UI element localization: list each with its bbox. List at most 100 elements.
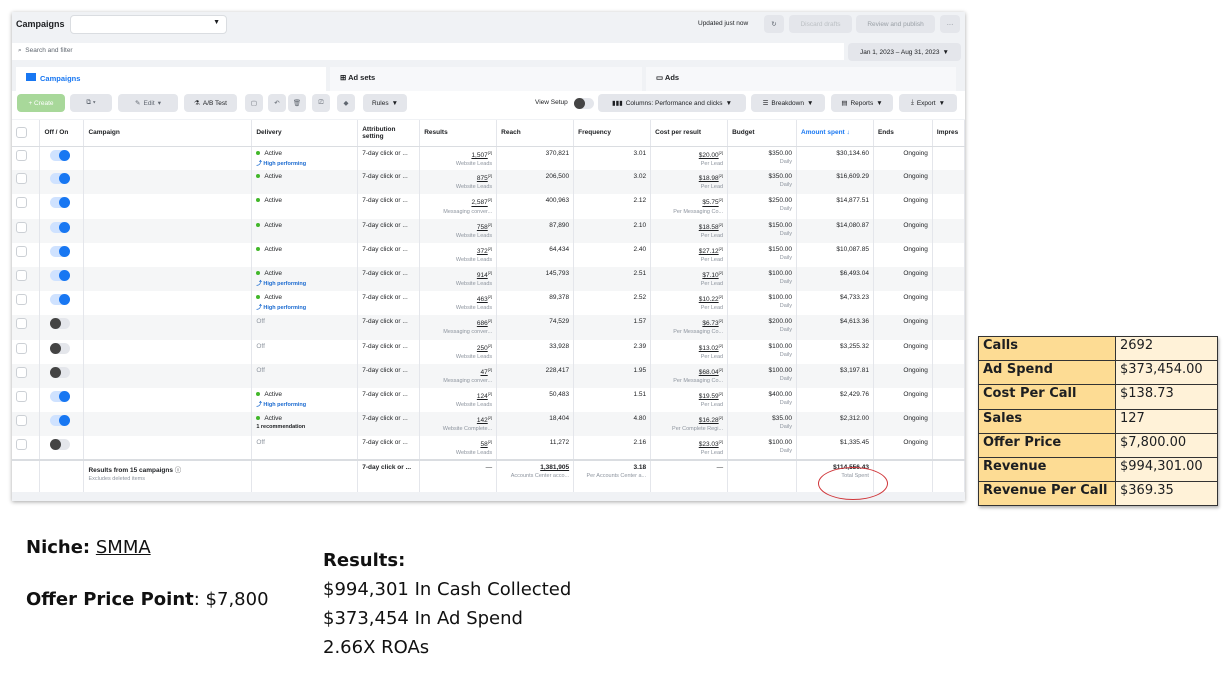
results-value[interactable]: 2,587 — [471, 200, 487, 207]
results-value[interactable]: 686 — [477, 320, 488, 327]
row-checkbox[interactable] — [16, 269, 27, 281]
column-header[interactable]: Attribution setting — [357, 120, 421, 147]
campaign-name[interactable] — [83, 146, 253, 171]
campaign-name[interactable] — [83, 218, 253, 243]
select-all-checkbox[interactable] — [12, 120, 41, 147]
column-header[interactable]: Campaign — [83, 120, 253, 147]
row-checkbox[interactable] — [16, 439, 27, 451]
campaign-name[interactable] — [83, 291, 253, 316]
clipboard-button[interactable]: ▢ — [245, 94, 263, 112]
results-value[interactable]: 58 — [480, 441, 487, 448]
table-row[interactable]: Active 7-day click or ... 372[2] Website … — [12, 242, 965, 267]
campaign-toggle[interactable] — [50, 415, 71, 427]
row-checkbox[interactable] — [16, 245, 27, 257]
campaign-toggle[interactable] — [50, 294, 71, 306]
table-row[interactable]: Active ⤴ High performing 7-day click or .… — [12, 291, 965, 316]
cost-per-result[interactable]: $5.75 — [702, 200, 718, 207]
cost-per-result[interactable]: $18.58 — [699, 224, 719, 231]
campaign-name[interactable] — [83, 194, 253, 219]
results-value[interactable]: 758 — [477, 224, 488, 231]
results-value[interactable]: 875 — [477, 175, 488, 182]
table-row[interactable]: Active 1 recommendation 7-day click or ..… — [12, 412, 965, 437]
table-row[interactable]: Active ⤴ High performing 7-day click or .… — [12, 266, 965, 292]
results-value[interactable]: 463 — [477, 296, 488, 303]
campaign-name[interactable] — [83, 242, 253, 267]
more-button[interactable]: ··· — [940, 15, 960, 33]
campaign-name[interactable] — [83, 315, 253, 340]
table-row[interactable]: Active ⤴ High performing 7-day click or .… — [12, 146, 965, 171]
row-checkbox[interactable] — [16, 366, 27, 378]
cost-per-result[interactable]: $16.28 — [699, 417, 719, 424]
campaign-toggle[interactable] — [50, 245, 71, 257]
table-row[interactable]: Off 7-day click or ... 686[2] Messaging c… — [12, 315, 965, 340]
column-header[interactable]: Cost per result — [650, 120, 729, 147]
cost-per-result[interactable]: $68.04 — [699, 369, 719, 376]
delete-button[interactable]: 🗑 — [288, 94, 306, 112]
refresh-button[interactable]: ↻ — [764, 15, 784, 33]
results-value[interactable]: 914 — [477, 272, 488, 279]
campaign-name[interactable] — [83, 170, 253, 195]
preview-button[interactable]: ⎚ — [312, 94, 330, 112]
results-value[interactable]: 47 — [480, 369, 487, 376]
campaign-name[interactable] — [83, 436, 253, 461]
column-header[interactable]: Results — [419, 120, 498, 147]
campaign-toggle[interactable] — [50, 197, 71, 209]
campaign-toggle[interactable] — [50, 318, 71, 330]
table-row[interactable]: Active ⤴ High performing 7-day click or .… — [12, 387, 965, 413]
review-publish-button[interactable]: Review and publish — [856, 15, 935, 33]
column-header[interactable]: Reach — [496, 120, 575, 147]
row-checkbox[interactable] — [16, 318, 27, 330]
table-row[interactable]: Active 7-day click or ... 875[2] Website … — [12, 170, 965, 195]
campaign-toggle[interactable] — [50, 366, 71, 378]
search-input[interactable]: ⌕ Search and filter — [12, 43, 844, 60]
create-button[interactable]: + Create — [17, 94, 65, 112]
results-value[interactable]: 372 — [477, 248, 488, 255]
edit-button[interactable]: ✎ Edit ▾ — [118, 94, 178, 112]
campaign-toggle[interactable] — [50, 390, 71, 402]
tab-ads[interactable]: ▭ Ads — [646, 67, 956, 91]
results-value[interactable]: 250 — [477, 345, 488, 352]
row-checkbox[interactable] — [16, 342, 27, 354]
row-checkbox[interactable] — [16, 149, 27, 161]
results-value[interactable]: 1,507 — [471, 152, 487, 159]
campaign-name[interactable] — [83, 363, 253, 388]
campaign-name[interactable] — [83, 412, 253, 437]
cost-per-result[interactable]: $13.02 — [699, 345, 719, 352]
column-header[interactable]: Impres — [932, 120, 965, 147]
date-range-picker[interactable]: Jan 1, 2023 – Aug 31, 2023 ▼ — [848, 43, 961, 61]
account-dropdown[interactable]: ▼ — [70, 15, 227, 34]
cost-per-result[interactable]: $19.59 — [699, 393, 719, 400]
table-row[interactable]: Off 7-day click or ... 47[2] Messaging co… — [12, 363, 965, 388]
duplicate-button[interactable]: ⧉ ▾ — [70, 94, 112, 112]
results-value[interactable]: 142 — [477, 417, 488, 424]
cost-per-result[interactable]: $7.10 — [702, 272, 718, 279]
campaign-toggle[interactable] — [50, 149, 71, 161]
campaign-toggle[interactable] — [50, 269, 71, 281]
cost-per-result[interactable]: $10.22 — [699, 296, 719, 303]
column-header[interactable]: Ends — [873, 120, 933, 147]
rules-button[interactable]: Rules ▼ — [363, 94, 407, 112]
cost-per-result[interactable]: $27.12 — [699, 248, 719, 255]
row-checkbox[interactable] — [16, 173, 27, 185]
campaign-toggle[interactable] — [50, 173, 71, 185]
row-checkbox[interactable] — [16, 221, 27, 233]
columns-button[interactable]: ▮▮▮ Columns: Performance and clicks ▼ — [598, 94, 746, 112]
table-row[interactable]: Active 7-day click or ... 758[2] Website … — [12, 218, 965, 243]
table-row[interactable]: Active 7-day click or ... 2,587[2] Messag… — [12, 194, 965, 219]
column-header[interactable]: Off / On — [39, 120, 85, 147]
row-checkbox[interactable] — [16, 294, 27, 306]
column-header[interactable]: Frequency — [573, 120, 652, 147]
breakdown-button[interactable]: ☰ Breakdown ▼ — [751, 94, 825, 112]
reports-button[interactable]: ▤ Reports ▼ — [831, 94, 893, 112]
cost-per-result[interactable]: $23.03 — [699, 441, 719, 448]
export-button[interactable]: ⤓ Export ▼ — [899, 94, 957, 112]
column-header[interactable]: Amount spent ↓ — [796, 120, 874, 147]
table-row[interactable]: Off 7-day click or ... 58[2] Website Lead… — [12, 436, 965, 461]
discard-drafts-button[interactable]: Discard drafts — [789, 15, 852, 33]
table-row[interactable]: Off 7-day click or ... 250[2] Website Lea… — [12, 339, 965, 364]
campaign-name[interactable] — [83, 266, 253, 292]
undo-button[interactable]: ↶ — [268, 94, 286, 112]
cost-per-result[interactable]: $6.73 — [702, 320, 718, 327]
campaign-toggle[interactable] — [50, 439, 71, 451]
cost-per-result[interactable]: $20.00 — [699, 152, 719, 159]
